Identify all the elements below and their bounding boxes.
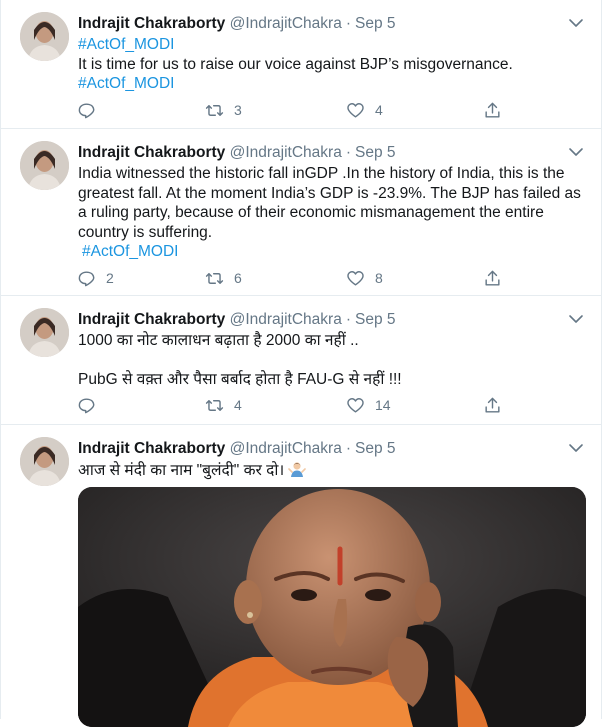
author-name[interactable]: Indrajit Chakraborty [78, 144, 225, 161]
like-button[interactable]: 4 [346, 99, 383, 121]
tweet-line: 1000 का नोट कालाधन बढ़ाता है 2000 का नही… [78, 332, 359, 349]
tweet[interactable]: Indrajit Chakraborty @IndrajitChakra · Sep… [0, 425, 602, 727]
reply-icon [78, 397, 95, 413]
retweet-count: 6 [234, 270, 242, 286]
reply-count: 2 [106, 270, 114, 286]
hashtag-link[interactable]: #ActOf_MODI [78, 35, 587, 55]
like-count: 14 [375, 397, 391, 413]
retweet-button[interactable]: 6 [205, 267, 242, 289]
separator-dot: · [345, 15, 351, 32]
tweet-actions: 2 6 8 [69, 267, 509, 289]
separator-dot: · [345, 311, 351, 328]
tweet[interactable]: Indrajit Chakraborty @IndrajitChakra · Sep… [0, 0, 602, 129]
tweet-header: Indrajit Chakraborty @IndrajitChakra · Sep… [78, 439, 396, 459]
author-handle[interactable]: @IndrajitChakra [230, 144, 342, 161]
avatar[interactable] [20, 308, 69, 357]
man-shrugging-emoji [288, 462, 307, 477]
like-button[interactable]: 8 [346, 267, 383, 289]
photo-image [78, 487, 586, 727]
share-icon [485, 102, 500, 118]
caret-down-icon[interactable] [567, 439, 585, 457]
tweet-date[interactable]: Sep 5 [355, 144, 396, 161]
share-button[interactable] [483, 267, 502, 289]
share-button[interactable] [483, 394, 502, 416]
tweet-text: 1000 का नोट कालाधन बढ़ाता है 2000 का नही… [78, 331, 587, 389]
like-count: 8 [375, 270, 383, 286]
reply-icon [78, 270, 95, 286]
like-button[interactable]: 14 [346, 394, 391, 416]
author-handle[interactable]: @IndrajitChakra [230, 15, 342, 32]
timeline-feed: Indrajit Chakraborty @IndrajitChakra · Sep… [0, 0, 602, 727]
tweet-line: आज से मंदी का नाम "बुलंदी" कर दो। [78, 462, 285, 479]
tweet-header: Indrajit Chakraborty @IndrajitChakra · Sep… [78, 143, 396, 163]
tweet-date[interactable]: Sep 5 [355, 15, 396, 32]
caret-down-icon[interactable] [567, 14, 585, 32]
like-icon [347, 270, 364, 286]
reply-button[interactable] [77, 394, 106, 416]
tweet[interactable]: Indrajit Chakraborty @IndrajitChakra · Sep… [0, 129, 602, 296]
avatar[interactable] [20, 12, 69, 61]
like-icon [347, 397, 364, 413]
reply-icon [78, 102, 95, 118]
caret-down-icon[interactable] [567, 310, 585, 328]
retweet-count: 4 [234, 397, 242, 413]
retweet-count: 3 [234, 102, 242, 118]
avatar[interactable] [20, 141, 69, 190]
retweet-icon [205, 104, 224, 116]
author-name[interactable]: Indrajit Chakraborty [78, 440, 225, 457]
tweet[interactable]: Indrajit Chakraborty @IndrajitChakra · Sep… [0, 296, 602, 425]
reply-button[interactable]: 2 [77, 267, 114, 289]
like-icon [347, 102, 364, 118]
hashtag-link[interactable]: #ActOf_MODI [78, 74, 587, 94]
like-count: 4 [375, 102, 383, 118]
author-name[interactable]: Indrajit Chakraborty [78, 15, 225, 32]
tweet-text: India witnessed the historic fall inGDP … [78, 164, 587, 262]
tweet-line: It is time for us to raise our voice aga… [78, 55, 513, 73]
caret-down-icon[interactable] [567, 143, 585, 161]
tweet-line: PubG से वक़्त और पैसा बर्बाद होता है FAU… [78, 370, 402, 388]
tweet-date[interactable]: Sep 5 [355, 311, 396, 328]
tweet-paragraph: India witnessed the historic fall inGDP … [78, 165, 581, 241]
separator-dot: · [345, 144, 351, 161]
retweet-button[interactable]: 3 [205, 99, 242, 121]
retweet-button[interactable]: 4 [205, 394, 242, 416]
tweet-actions: 3 4 [69, 99, 509, 121]
retweet-icon [205, 399, 224, 411]
separator-dot: · [345, 440, 351, 457]
author-name[interactable]: Indrajit Chakraborty [78, 311, 225, 328]
tweet-actions: 4 14 [69, 394, 509, 416]
tweet-photo[interactable] [78, 487, 586, 727]
tweet-header: Indrajit Chakraborty @IndrajitChakra · Sep… [78, 310, 396, 330]
reply-button[interactable] [77, 99, 106, 121]
avatar[interactable] [20, 437, 69, 486]
hashtag-link[interactable]: #ActOf_MODI [78, 242, 587, 262]
tweet-header: Indrajit Chakraborty @IndrajitChakra · Sep… [78, 14, 396, 34]
author-handle[interactable]: @IndrajitChakra [230, 311, 342, 328]
retweet-icon [205, 272, 224, 284]
tweet-text: #ActOf_MODI It is time for us to raise o… [78, 35, 587, 94]
tweet-text: आज से मंदी का नाम "बुलंदी" कर दो। [78, 460, 587, 481]
tweet-date[interactable]: Sep 5 [355, 440, 396, 457]
share-button[interactable] [483, 99, 502, 121]
author-handle[interactable]: @IndrajitChakra [230, 440, 342, 457]
share-icon [485, 270, 500, 286]
share-icon [485, 397, 500, 413]
